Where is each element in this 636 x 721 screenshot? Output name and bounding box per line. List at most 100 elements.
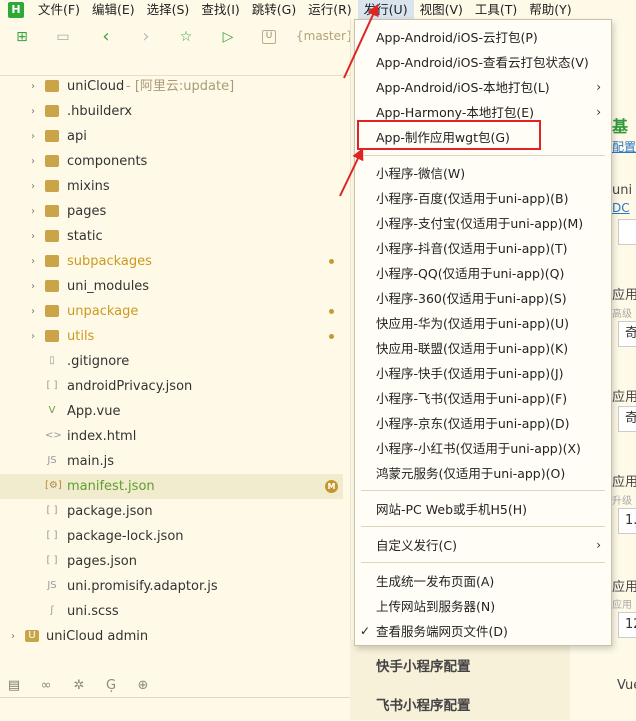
file-icon: ▯: [49, 355, 55, 366]
menu-file[interactable]: 文件(F): [32, 0, 86, 19]
chevron-right-icon[interactable]: ›: [28, 249, 38, 274]
config-link[interactable]: 配置: [612, 138, 636, 155]
app-desc-input[interactable]: 奇: [618, 406, 636, 432]
binoculars-icon[interactable]: ∞: [37, 677, 55, 695]
tree-item-unicloud-admin[interactable]: › U uniCloud admin: [0, 624, 343, 649]
tree-item-static[interactable]: › static: [0, 224, 343, 249]
menu-item-mp-weixin[interactable]: 小程序-微信(W): [355, 161, 611, 186]
chevron-right-icon[interactable]: ›: [28, 74, 38, 99]
tree-item-unpackage[interactable]: › unpackage: [0, 299, 343, 324]
menu-edit[interactable]: 编辑(E): [86, 0, 141, 19]
explorer-icon[interactable]: ▤: [5, 677, 23, 695]
app-id-input[interactable]: [618, 219, 636, 245]
config-nav-kuaishou[interactable]: 快手小程序配置: [376, 655, 471, 675]
chevron-right-icon[interactable]: ›: [28, 124, 38, 149]
chevron-right-icon[interactable]: ›: [28, 299, 38, 324]
forward-icon[interactable]: ›: [138, 28, 154, 46]
menu-item-label: 小程序-抖音(仅适用于uni-app)(T): [376, 241, 568, 256]
chevron-right-icon[interactable]: ›: [28, 149, 38, 174]
app-version-input[interactable]: 1.: [618, 508, 636, 534]
menu-run[interactable]: 运行(R): [302, 0, 357, 19]
tree-item-main-js[interactable]: JS main.js: [0, 449, 343, 474]
save-icon[interactable]: ▭: [55, 29, 71, 45]
tree-item-pages[interactable]: › pages: [0, 199, 343, 224]
app-name-input[interactable]: 奇: [618, 321, 636, 347]
tree-item-app-vue[interactable]: V App.vue: [0, 399, 343, 424]
menu-view[interactable]: 视图(V): [414, 0, 469, 19]
folder-icon: [45, 280, 59, 292]
tree-item-uni-modules[interactable]: › uni_modules: [0, 274, 343, 299]
menu-help[interactable]: 帮助(Y): [523, 0, 577, 19]
menu-item-mp-jd[interactable]: 小程序-京东(仅适用于uni-app)(D): [355, 411, 611, 436]
tree-item-components[interactable]: › components: [0, 149, 343, 174]
menu-item-upload-site[interactable]: 上传网站到服务器(N): [355, 594, 611, 619]
menu-item-cloud-build[interactable]: App-Android/iOS-云打包(P): [355, 25, 611, 50]
tree-item-api[interactable]: › api: [0, 124, 343, 149]
menu-item-mp-kuaishou[interactable]: 小程序-快手(仅适用于uni-app)(J): [355, 361, 611, 386]
app-version-code-input[interactable]: 12: [618, 612, 636, 638]
tree-item-unicloud[interactable]: › uniCloud - [阿里云:update]: [0, 74, 343, 99]
branch-icon: U: [262, 30, 276, 44]
tree-item-pages-json[interactable]: [ ] pages.json: [0, 549, 343, 574]
new-file-icon[interactable]: ⊞: [14, 29, 30, 45]
menu-item-mp-qq[interactable]: 小程序-QQ(仅适用于uni-app)(Q): [355, 261, 611, 286]
tree-item-package-lock-json[interactable]: [ ] package-lock.json: [0, 524, 343, 549]
menu-item-quickapp-union[interactable]: 快应用-联盟(仅适用于uni-app)(K): [355, 336, 611, 361]
menu-select[interactable]: 选择(S): [141, 0, 196, 19]
tree-item-package-json[interactable]: [ ] package.json: [0, 499, 343, 524]
folder-icon: [45, 305, 59, 317]
chevron-right-icon: ›: [596, 538, 601, 552]
menu-publish[interactable]: 发行(U): [357, 0, 414, 19]
chevron-right-icon[interactable]: ›: [28, 99, 38, 124]
chevron-right-icon[interactable]: ›: [28, 274, 38, 299]
folder-icon: [45, 180, 59, 192]
menu-item-view-server-files[interactable]: ✓ 查看服务端网页文件(D): [355, 619, 611, 644]
chevron-right-icon[interactable]: ›: [28, 224, 38, 249]
menu-item-label: 查看服务端网页文件(D): [376, 624, 508, 639]
tree-item-label: uniCloud: [67, 79, 125, 94]
run-icon[interactable]: ▷: [220, 29, 236, 45]
menu-item-quickapp-huawei[interactable]: 快应用-华为(仅适用于uni-app)(U): [355, 311, 611, 336]
menu-item-generate-release-page[interactable]: 生成统一发布页面(A): [355, 569, 611, 594]
menu-item-label: App-Android/iOS-查看云打包状态(V): [376, 55, 589, 70]
tree-item-hbuilderx[interactable]: › .hbuilderx: [0, 99, 343, 124]
tree-item-uni-scss[interactable]: ʃ uni.scss: [0, 599, 343, 624]
back-icon[interactable]: ‹: [98, 28, 114, 46]
tree-item-manifest-json[interactable]: [⚙] manifest.json M: [0, 474, 343, 499]
menu-item-mp-douyin[interactable]: 小程序-抖音(仅适用于uni-app)(T): [355, 236, 611, 261]
menu-find[interactable]: 查找(I): [195, 0, 245, 19]
menu-item-mp-360[interactable]: 小程序-360(仅适用于uni-app)(S): [355, 286, 611, 311]
menu-item-harmony-service[interactable]: 鸿蒙元服务(仅适用于uni-app)(O): [355, 461, 611, 486]
tree-item-subpackages[interactable]: › subpackages: [0, 249, 343, 274]
tree-item-label: api: [67, 129, 87, 144]
menu-goto[interactable]: 跳转(G): [246, 0, 302, 19]
star-icon[interactable]: ☆: [178, 29, 194, 45]
chevron-right-icon[interactable]: ›: [8, 624, 18, 649]
branch-label[interactable]: {master}: [296, 29, 354, 43]
menu-item-custom-publish[interactable]: 自定义发行(C) ›: [355, 533, 611, 558]
tree-item-utils[interactable]: › utils: [0, 324, 343, 349]
globe-icon[interactable]: ⊕: [134, 677, 152, 695]
menu-item-web-h5[interactable]: 网站-PC Web或手机H5(H): [355, 497, 611, 522]
menu-item-mp-feishu[interactable]: 小程序-飞书(仅适用于uni-app)(F): [355, 386, 611, 411]
tree-item-android-privacy[interactable]: [ ] androidPrivacy.json: [0, 374, 343, 399]
tree-item-label: manifest.json: [67, 479, 155, 494]
menu-item-mp-baidu[interactable]: 小程序-百度(仅适用于uni-app)(B): [355, 186, 611, 211]
tree-item-mixins[interactable]: › mixins: [0, 174, 343, 199]
json-file-icon: [ ]: [46, 555, 58, 566]
menu-item-mp-alipay[interactable]: 小程序-支付宝(仅适用于uni-app)(M): [355, 211, 611, 236]
menu-item-mp-xhs[interactable]: 小程序-小红书(仅适用于uni-app)(X): [355, 436, 611, 461]
tree-item-gitignore[interactable]: ▯ .gitignore: [0, 349, 343, 374]
dcloud-link[interactable]: DC: [612, 201, 630, 215]
bug-icon[interactable]: ✲: [70, 677, 88, 695]
tree-item-uni-promisify[interactable]: JS uni.promisify.adaptor.js: [0, 574, 343, 599]
menu-tools[interactable]: 工具(T): [469, 0, 523, 19]
chevron-right-icon[interactable]: ›: [28, 199, 38, 224]
menu-item-cloud-build-status[interactable]: App-Android/iOS-查看云打包状态(V): [355, 50, 611, 75]
chevron-right-icon[interactable]: ›: [28, 324, 38, 349]
config-nav-feishu[interactable]: 飞书小程序配置: [376, 694, 471, 714]
git-icon[interactable]: Ģ: [102, 677, 120, 695]
chevron-right-icon[interactable]: ›: [28, 174, 38, 199]
menu-item-local-build[interactable]: App-Android/iOS-本地打包(L) ›: [355, 75, 611, 100]
tree-item-index-html[interactable]: <> index.html: [0, 424, 343, 449]
